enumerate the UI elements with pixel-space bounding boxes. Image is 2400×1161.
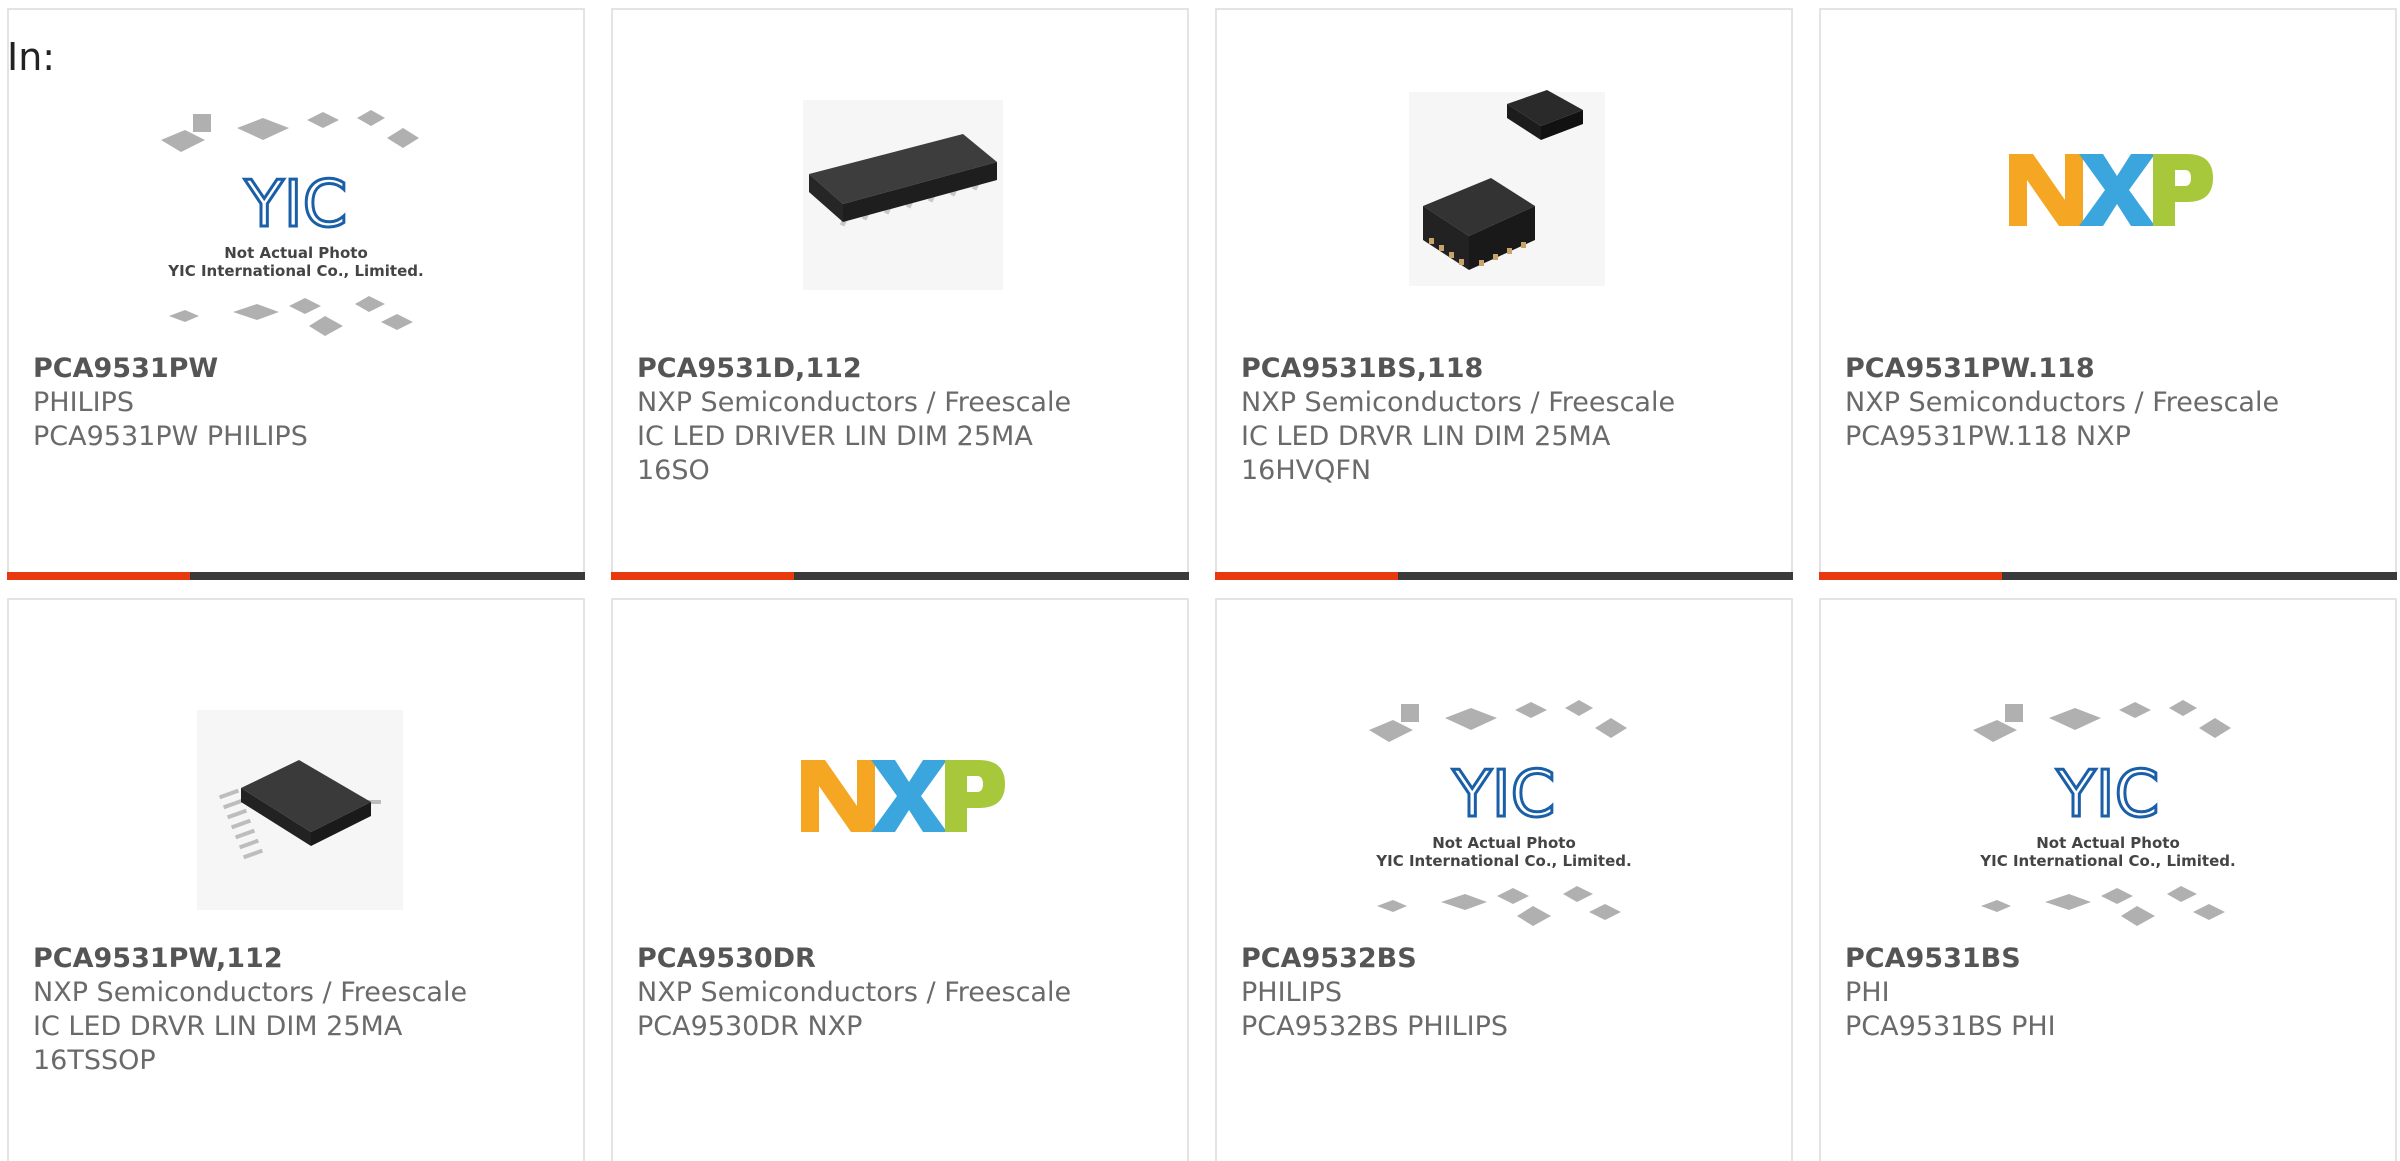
filter-label: In: xyxy=(7,35,56,79)
description-line2: 16SO xyxy=(637,455,710,486)
part-number[interactable]: PCA9531BS xyxy=(1845,942,2285,976)
manufacturer: NXP Semiconductors / Freescale xyxy=(1845,387,2280,418)
svg-text:Not Actual Photo: Not Actual Photo xyxy=(2036,834,2180,852)
description: PCA9531BS PHI xyxy=(1845,1011,2056,1042)
description: PCA9531PW.118 NXP xyxy=(1845,421,2131,452)
card-bottom-bar xyxy=(1819,572,2397,580)
card-bottom-bar xyxy=(611,572,1189,580)
manufacturer: NXP Semiconductors / Freescale xyxy=(33,977,468,1008)
svg-text:YIC International Co., Limited: YIC International Co., Limited. xyxy=(1375,852,1631,870)
description: IC LED DRIVER LIN DIM 25MA xyxy=(637,421,1033,452)
product-image-so16-chip[interactable] xyxy=(613,50,1187,350)
product-image-tssop-chip[interactable] xyxy=(9,640,583,940)
part-number[interactable]: PCA9531BS,118 xyxy=(1241,352,1681,386)
description-line2: 16HVQFN xyxy=(1241,455,1372,486)
part-number[interactable]: PCA9530DR xyxy=(637,942,1077,976)
card-accent-bar xyxy=(1215,572,1398,580)
card-bottom-bar xyxy=(7,572,585,580)
part-number[interactable]: PCA9532BS xyxy=(1241,942,1681,976)
card-accent-bar xyxy=(1819,572,2002,580)
product-card[interactable]: PCA9531BS,118 NXP Semiconductors / Frees… xyxy=(1215,8,1793,580)
manufacturer: NXP Semiconductors / Freescale xyxy=(1241,387,1676,418)
svg-text:YIC International Co., Limited: YIC International Co., Limited. xyxy=(1979,852,2235,870)
product-info: PCA9531D,112 NXP Semiconductors / Freesc… xyxy=(637,352,1077,488)
card-accent-bar xyxy=(7,572,190,580)
part-number[interactable]: PCA9531PW xyxy=(33,352,473,386)
manufacturer: NXP Semiconductors / Freescale xyxy=(637,977,1072,1008)
description: PCA9532BS PHILIPS xyxy=(1241,1011,1509,1042)
description-line2: 16TSSOP xyxy=(33,1045,156,1076)
yic-logo: YIC xyxy=(2056,758,2160,832)
product-card[interactable]: YIC Not Actual Photo YIC International C… xyxy=(7,8,585,580)
manufacturer: PHILIPS xyxy=(33,387,134,418)
product-info: PCA9531PW,112 NXP Semiconductors / Frees… xyxy=(33,942,473,1078)
product-card[interactable]: YIC Not Actual Photo YIC International C… xyxy=(1819,598,2397,1161)
nxp-logo-icon xyxy=(2009,154,2213,226)
manufacturer: PHI xyxy=(1845,977,1890,1008)
description: IC LED DRVR LIN DIM 25MA xyxy=(1241,421,1611,452)
product-card[interactable]: PCA9530DR NXP Semiconductors / Freescale… xyxy=(611,598,1189,1161)
svg-text:Not Actual Photo: Not Actual Photo xyxy=(1432,834,1576,852)
yic-logo: YIC xyxy=(1452,758,1556,832)
card-bottom-bar xyxy=(1215,572,1793,580)
description: IC LED DRVR LIN DIM 25MA xyxy=(33,1011,403,1042)
product-image-qfn-chip[interactable] xyxy=(1217,50,1791,350)
product-info: PCA9532BS PHILIPS PCA9532BS PHILIPS xyxy=(1241,942,1681,1044)
product-card[interactable]: PCA9531D,112 NXP Semiconductors / Freesc… xyxy=(611,8,1189,580)
svg-text:YIC International Co., Limited: YIC International Co., Limited. xyxy=(167,262,423,280)
nxp-logo-icon xyxy=(801,760,1005,832)
product-image-nxp-logo[interactable] xyxy=(613,640,1187,940)
product-image-yic-placeholder[interactable]: YIC Not Actual Photo YIC International C… xyxy=(1217,640,1791,940)
yic-logo: YIC xyxy=(244,168,348,242)
product-grid-page: In: YIC Not Actual Photo YIC Internation… xyxy=(0,0,2400,1161)
part-number[interactable]: PCA9531D,112 xyxy=(637,352,1077,386)
manufacturer: PHILIPS xyxy=(1241,977,1342,1008)
product-info: PCA9531PW.118 NXP Semiconductors / Frees… xyxy=(1845,352,2285,454)
product-image-nxp-logo[interactable] xyxy=(1821,50,2395,350)
product-info: PCA9530DR NXP Semiconductors / Freescale… xyxy=(637,942,1077,1044)
part-number[interactable]: PCA9531PW.118 xyxy=(1845,352,2285,386)
manufacturer: NXP Semiconductors / Freescale xyxy=(637,387,1072,418)
part-number[interactable]: PCA9531PW,112 xyxy=(33,942,473,976)
product-card[interactable]: PCA9531PW,112 NXP Semiconductors / Frees… xyxy=(7,598,585,1161)
svg-text:Not Actual Photo: Not Actual Photo xyxy=(224,244,368,262)
product-image-yic-placeholder[interactable]: YIC Not Actual Photo YIC International C… xyxy=(9,50,583,350)
card-accent-bar xyxy=(611,572,794,580)
product-info: PCA9531BS PHI PCA9531BS PHI xyxy=(1845,942,2285,1044)
product-card[interactable]: YIC Not Actual Photo YIC International C… xyxy=(1215,598,1793,1161)
description: PCA9530DR NXP xyxy=(637,1011,863,1042)
product-info: PCA9531PW PHILIPS PCA9531PW PHILIPS xyxy=(33,352,473,454)
description: PCA9531PW PHILIPS xyxy=(33,421,308,452)
product-card[interactable]: PCA9531PW.118 NXP Semiconductors / Frees… xyxy=(1819,8,2397,580)
product-image-yic-placeholder[interactable]: YIC Not Actual Photo YIC International C… xyxy=(1821,640,2395,940)
product-info: PCA9531BS,118 NXP Semiconductors / Frees… xyxy=(1241,352,1681,488)
